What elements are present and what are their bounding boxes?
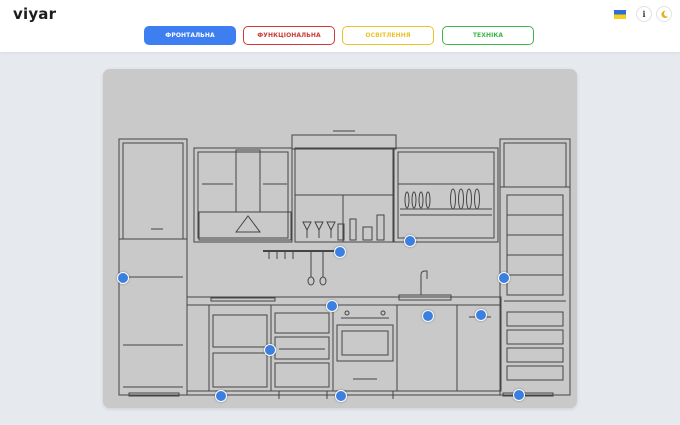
- theme-toggle-button[interactable]: [656, 6, 672, 22]
- hotspot-countertop[interactable]: [326, 300, 338, 312]
- kitchen-stage: [103, 69, 577, 408]
- hotspot-left-tall-cabinet[interactable]: [117, 272, 129, 284]
- hotspot-right-tall-cabinet[interactable]: [498, 272, 510, 284]
- hotspot-upper-cabinet[interactable]: [404, 235, 416, 247]
- tab-appliances[interactable]: ТЕХНІКА: [442, 26, 534, 45]
- hotspot-drawer-handles[interactable]: [475, 309, 487, 321]
- hotspot-base-drawers[interactable]: [264, 344, 276, 356]
- flag-ukraine-icon: [614, 9, 626, 19]
- hotspot-plinth-left[interactable]: [215, 390, 227, 402]
- kitchen-sketch: [118, 130, 571, 399]
- tab-label: ТЕХНІКА: [472, 32, 504, 39]
- hotspot-utensil-rail[interactable]: [334, 246, 346, 258]
- tab-frontal[interactable]: ФРОНТАЛЬНА: [144, 26, 236, 45]
- tab-functional[interactable]: ФУНКЦІОНАЛЬНА: [243, 26, 335, 45]
- tab-lighting[interactable]: ОСВІТЛЕННЯ: [342, 26, 434, 45]
- top-bar: viyar ФРОНТАЛЬНА ФУНКЦІОНАЛЬНА ОСВІТЛЕНН…: [0, 0, 680, 52]
- tab-label: ФРОНТАЛЬНА: [165, 32, 215, 39]
- moon-icon: [660, 10, 668, 18]
- info-button[interactable]: i: [636, 6, 652, 22]
- language-button[interactable]: [612, 6, 628, 22]
- hotspot-plinth-center[interactable]: [335, 390, 347, 402]
- info-icon: i: [642, 9, 646, 19]
- logo[interactable]: viyar: [13, 5, 56, 23]
- hotspot-plinth-right[interactable]: [513, 389, 525, 401]
- hotspot-sink-base[interactable]: [422, 310, 434, 322]
- tab-label: ОСВІТЛЕННЯ: [365, 32, 411, 39]
- tab-label: ФУНКЦІОНАЛЬНА: [257, 32, 321, 39]
